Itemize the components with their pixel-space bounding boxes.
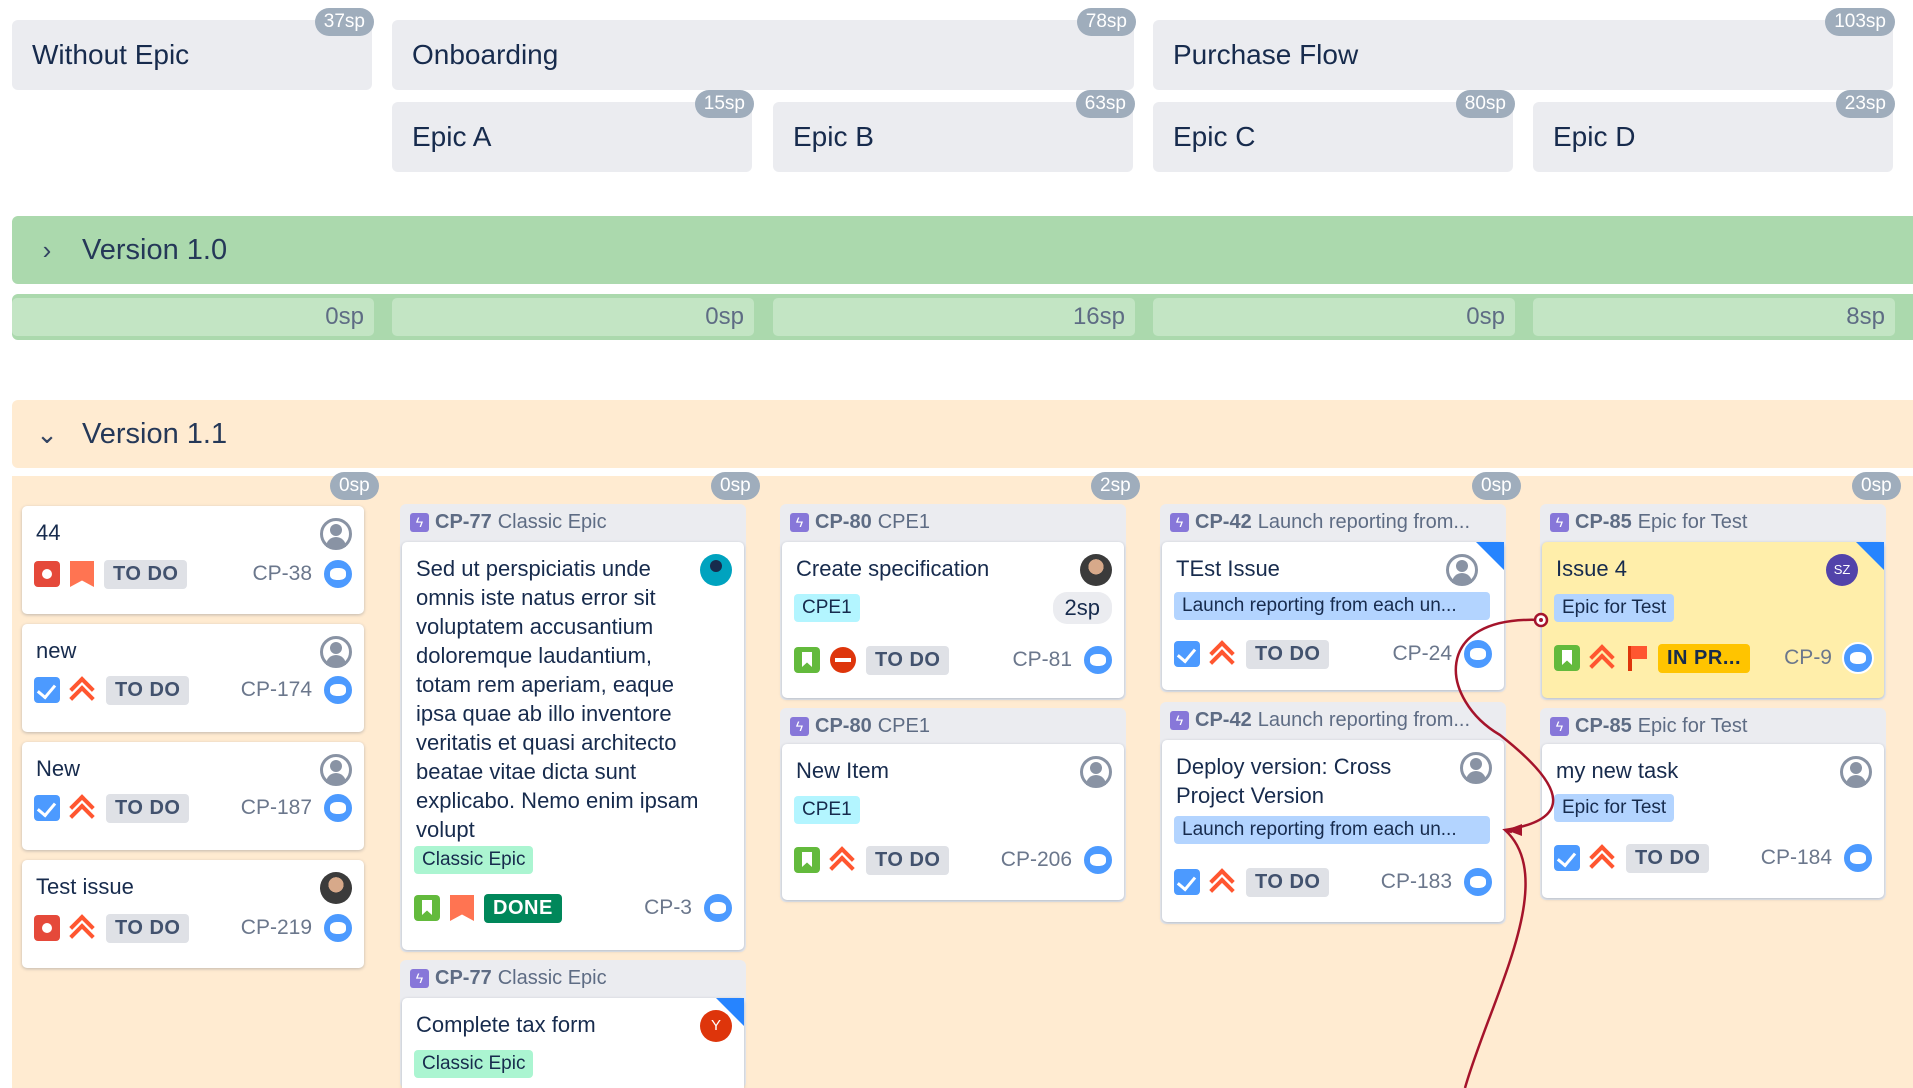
dependency-start-dot-center xyxy=(1539,618,1543,622)
dependency-arrow[interactable] xyxy=(0,0,1913,1088)
dependency-line xyxy=(1454,618,1555,1088)
